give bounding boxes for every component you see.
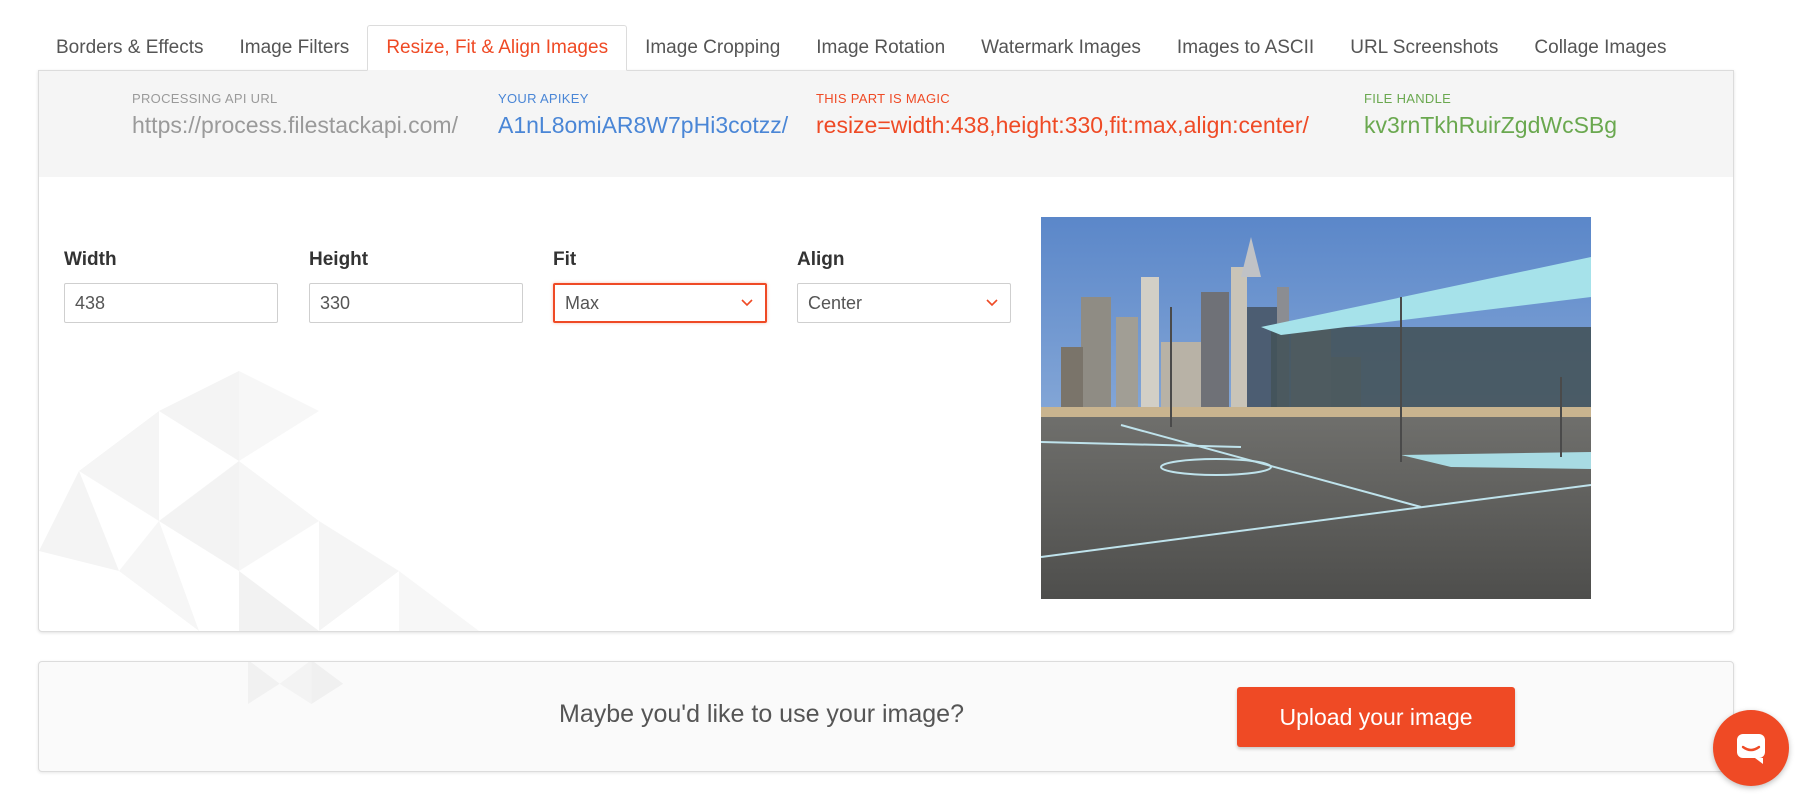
processing-url-label: Processing API URL [132, 91, 278, 106]
height-field-group: Height [309, 249, 523, 323]
background-pattern [39, 371, 479, 631]
upload-panel: Maybe you'd like to use your image? Uplo… [38, 661, 1734, 772]
chevron-down-icon [986, 299, 998, 307]
chat-launcher-button[interactable] [1713, 710, 1789, 786]
file-handle-value: kv3rnTkhRuirZgdWcSBg [1364, 112, 1618, 138]
fit-select[interactable]: Max [553, 283, 767, 323]
align-field-group: Align Center [797, 249, 1011, 323]
width-input[interactable] [64, 283, 278, 323]
align-select[interactable]: Center [797, 283, 1011, 323]
width-label: Width [64, 249, 117, 270]
file-handle-segment: File handle kv3rnTkhRuirZgdWcSBg [1364, 91, 1617, 139]
tab-resize-fit-align[interactable]: Resize, Fit & Align Images [367, 25, 628, 71]
chat-bubble-icon [1737, 734, 1765, 764]
tab-image-cropping[interactable]: Image Cropping [627, 25, 798, 71]
processing-url-value: https://process.filestackapi.com/ [132, 112, 458, 138]
magic-label: This part is magic [816, 91, 950, 106]
upload-prompt: Maybe you'd like to use your image? [559, 700, 964, 728]
tab-image-filters[interactable]: Image Filters [222, 25, 368, 71]
upload-image-button[interactable]: Upload your image [1237, 687, 1515, 747]
fit-select-value: Max [565, 292, 600, 313]
magic-value: resize=width:438,height:330,fit:max,alig… [816, 112, 1309, 138]
resize-panel: Processing API URL https://process.files… [38, 70, 1734, 632]
tab-images-to-ascii[interactable]: Images to ASCII [1159, 25, 1332, 71]
fit-label: Fit [553, 249, 577, 270]
preview-image [1041, 217, 1591, 599]
width-field-group: Width [64, 249, 278, 323]
height-label: Height [309, 249, 369, 270]
api-url-bar: Processing API URL https://process.files… [39, 71, 1733, 177]
align-label: Align [797, 249, 845, 270]
align-select-value: Center [808, 292, 863, 313]
fit-field-group: Fit Max [553, 249, 767, 323]
apikey-segment: Your APIKEY A1nL8omiAR8W7pHi3cotzz/ [498, 91, 788, 139]
tab-collage-images[interactable]: Collage Images [1516, 25, 1684, 71]
processing-url-segment: Processing API URL https://process.files… [132, 91, 458, 139]
apikey-value: A1nL8omiAR8W7pHi3cotzz/ [498, 112, 789, 138]
chevron-down-icon [741, 299, 753, 307]
height-input[interactable] [309, 283, 523, 323]
tab-watermark-images[interactable]: Watermark Images [963, 25, 1159, 71]
file-handle-label: File handle [1364, 91, 1452, 106]
tab-url-screenshots[interactable]: URL Screenshots [1332, 25, 1516, 71]
tab-image-rotation[interactable]: Image Rotation [798, 25, 963, 71]
tab-borders-effects[interactable]: Borders & Effects [38, 25, 222, 71]
apikey-label: Your APIKEY [498, 91, 589, 106]
magic-segment: This part is magic resize=width:438,heig… [816, 91, 1309, 139]
tab-bar: Borders & Effects Image Filters Resize, … [38, 25, 1684, 71]
